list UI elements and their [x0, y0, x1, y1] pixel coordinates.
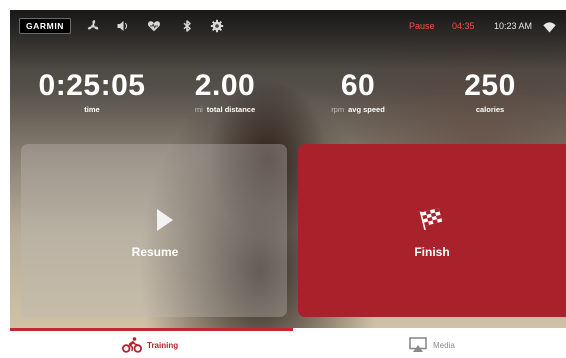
checkered-flag-icon	[418, 206, 446, 231]
tab-training-label: Training	[147, 341, 179, 350]
resume-label: Resume	[131, 245, 179, 259]
workout-screen: GARMIN Pause 04:35 10:23 AM 0:25:05 time…	[10, 10, 566, 358]
metric-distance: 2.00 mi total distance	[180, 69, 270, 115]
time-label: time	[84, 105, 100, 114]
active-tab-indicator	[10, 328, 293, 331]
finish-label: Finish	[414, 245, 450, 259]
metric-calories: 250 calories	[450, 69, 530, 115]
metric-speed: 60 rpm avg speed	[318, 69, 398, 115]
gear-icon[interactable]	[210, 19, 224, 33]
distance-label: total distance	[206, 105, 256, 114]
heart-rate-icon[interactable]	[147, 19, 161, 33]
tab-media-label: Media	[433, 341, 455, 350]
calories-value: 250	[464, 69, 516, 102]
calories-label: calories	[475, 105, 505, 114]
screen-mirror-icon	[409, 337, 427, 353]
time-value: 0:25:05	[38, 69, 146, 102]
clock: 10:23 AM	[494, 21, 533, 31]
play-icon	[156, 208, 174, 232]
volume-icon[interactable]	[116, 19, 130, 33]
resume-button[interactable]: Resume	[21, 144, 287, 317]
bluetooth-icon[interactable]	[180, 19, 194, 33]
pause-timer: 04:35	[452, 21, 475, 31]
distance-value: 2.00	[194, 69, 256, 102]
bottom-tab-bar: Training Media	[10, 328, 566, 358]
speed-value: 60	[340, 69, 376, 102]
metric-time: 0:25:05 time	[30, 69, 154, 115]
garmin-logo: GARMIN	[19, 18, 71, 34]
pause-label: Pause	[409, 21, 435, 31]
wifi-icon	[543, 20, 556, 33]
cycling-icon	[121, 337, 142, 353]
distance-unit: mi	[194, 105, 203, 114]
speed-unit: rpm	[331, 105, 345, 114]
fan-icon[interactable]	[86, 19, 100, 33]
tab-training[interactable]: Training	[10, 328, 293, 358]
status-bar: GARMIN Pause 04:35 10:23 AM	[10, 10, 566, 42]
finish-button[interactable]: Finish	[298, 144, 566, 317]
speed-label: avg speed	[348, 105, 385, 114]
tab-media[interactable]: Media	[293, 328, 566, 358]
